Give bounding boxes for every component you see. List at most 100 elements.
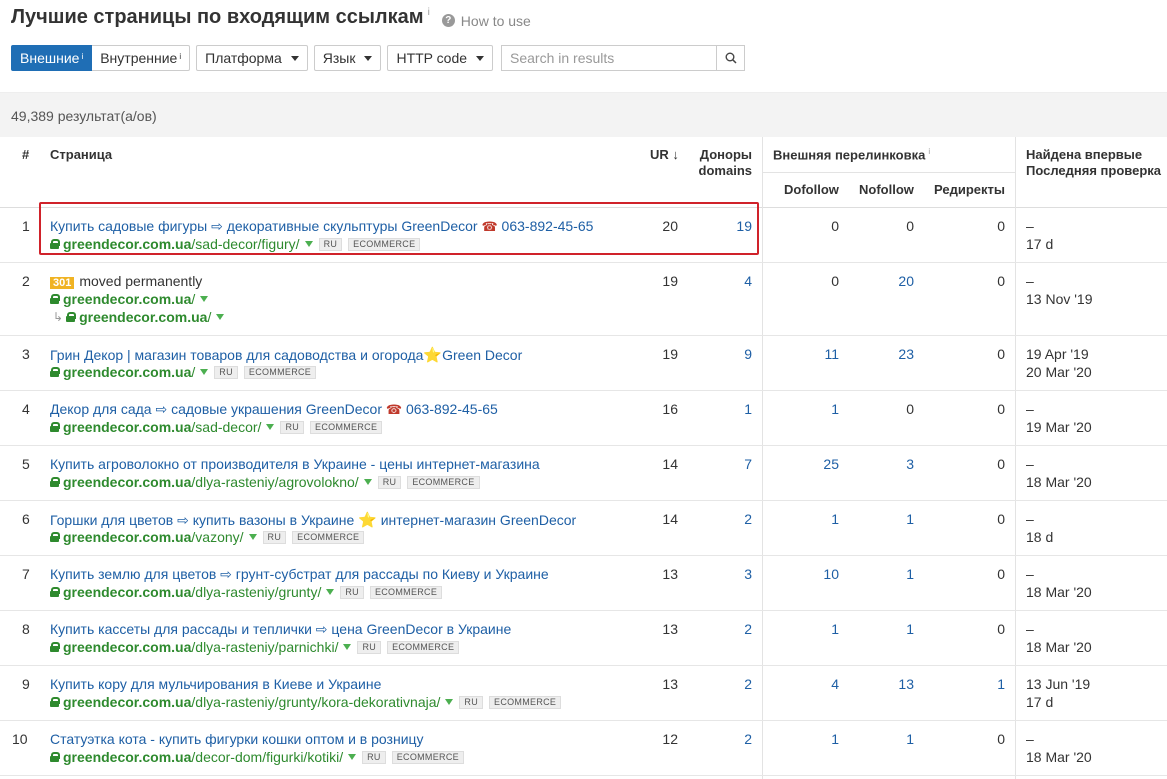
donors-value[interactable]: 2 (702, 731, 752, 747)
page-title-link[interactable]: Грин Декор | магазин товаров для садовод… (50, 347, 522, 364)
col-redirects[interactable]: Редиректы (934, 182, 1005, 197)
page-url[interactable]: greendecor.com.ua / (50, 291, 209, 307)
col-last-check[interactable]: Последняя проверка (1026, 163, 1161, 178)
page-url[interactable]: greendecor.com.ua/decor-dom/figurki/koti… (50, 749, 464, 765)
page-title-link[interactable]: Купить кассеты для рассады и теплички ⇨ … (50, 621, 511, 637)
table-row: 4 Декор для сада ⇨ садовые украшения Gree… (0, 391, 1167, 446)
nofollow-value[interactable]: 20 (864, 273, 914, 289)
dofollow-value[interactable]: 1 (789, 511, 839, 527)
donors-value[interactable]: 3 (702, 566, 752, 582)
language-dropdown[interactable]: Язык (313, 45, 382, 71)
first-seen-value: – (1026, 621, 1034, 637)
tag-badge: ECOMMERCE (387, 640, 460, 654)
tag-badge: RU (377, 475, 402, 489)
external-info-icon[interactable]: i (928, 147, 930, 156)
tag-badge: RU (357, 640, 382, 654)
first-seen-value: – (1026, 511, 1034, 527)
first-seen-value: – (1026, 273, 1034, 289)
page-title-link[interactable]: Купить агроволокно от производителя в Ук… (50, 456, 540, 472)
dofollow-value[interactable]: 11 (789, 346, 839, 362)
nofollow-value[interactable]: 3 (864, 456, 914, 472)
nofollow-value[interactable]: 1 (864, 511, 914, 527)
col-first-seen[interactable]: Найдена впервые (1026, 147, 1142, 162)
col-page[interactable]: Страница (50, 147, 112, 162)
nofollow-value: 0 (906, 218, 914, 234)
nofollow-value[interactable]: 1 (864, 731, 914, 747)
platform-dropdown[interactable]: Платформа (196, 45, 308, 71)
table-row: 10 Статуэтка кота - купить фигурки кошки … (0, 721, 1167, 776)
tag-badge: ECOMMERCE (369, 585, 443, 599)
dofollow-value[interactable]: 4 (789, 676, 839, 692)
redirects-value: 0 (997, 273, 1005, 289)
nofollow-value[interactable]: 1 (864, 621, 914, 637)
page-title-cell: Грин Декор | магазин товаров для садовод… (50, 346, 522, 364)
nofollow-value[interactable]: 13 (864, 676, 914, 692)
url-menu-icon[interactable] (363, 479, 372, 485)
url-menu-icon[interactable] (200, 369, 209, 375)
page-title-link[interactable]: Декор для сада ⇨ садовые украшения Green… (50, 401, 498, 417)
page-title-link[interactable]: Купить кору для мульчирования в Киеве и … (50, 676, 381, 692)
page-title-cell: Купить агроволокно от производителя в Ук… (50, 456, 540, 472)
donors-value[interactable]: 2 (702, 621, 752, 637)
http-code-dropdown[interactable]: HTTP code (387, 45, 494, 71)
url-menu-icon[interactable] (348, 754, 357, 760)
url-menu-icon[interactable] (266, 424, 275, 430)
page-url[interactable]: ↳ greendecor.com.ua / (53, 309, 225, 325)
donors-value[interactable]: 4 (702, 273, 752, 289)
page-title-link[interactable]: Статуэтка кота - купить фигурки кошки оп… (50, 731, 424, 747)
donors-value[interactable]: 2 (702, 676, 752, 692)
col-ur[interactable]: UR ↓ (650, 147, 679, 162)
donors-value[interactable]: 7 (702, 456, 752, 472)
redirects-value: 0 (997, 401, 1005, 417)
highlight-box (39, 202, 759, 255)
dofollow-value[interactable]: 25 (789, 456, 839, 472)
lock-icon (50, 532, 60, 542)
how-to-use-link[interactable]: ? How to use (441, 12, 531, 29)
col-donors[interactable]: Доноры domains (690, 147, 752, 179)
page-title: Лучшие страницы по входящим ссылкам (11, 6, 424, 28)
tab-internal[interactable]: Внутренние i (92, 45, 191, 71)
search-button[interactable] (716, 45, 746, 71)
page-url[interactable]: greendecor.com.ua/dlya-rasteniy/grunty/R… (50, 584, 443, 600)
title-info-icon[interactable]: i (428, 7, 430, 18)
url-menu-icon[interactable] (200, 296, 209, 302)
nofollow-value[interactable]: 1 (864, 566, 914, 582)
page-url[interactable]: greendecor.com.ua/dlya-rasteniy/grunty/k… (50, 694, 562, 710)
url-menu-icon[interactable] (248, 534, 257, 540)
first-seen-value: – (1026, 401, 1034, 417)
redirects-value[interactable]: 1 (955, 676, 1005, 692)
platform-dropdown-label: Платформа (205, 50, 282, 66)
how-to-use-label: How to use (460, 12, 531, 29)
url-menu-icon[interactable] (216, 314, 225, 320)
url-menu-icon[interactable] (445, 699, 454, 705)
question-icon: ? (441, 14, 455, 27)
donors-value[interactable]: 2 (702, 511, 752, 527)
dofollow-value[interactable]: 1 (789, 401, 839, 417)
page-url[interactable]: greendecor.com.ua/dlya-rasteniy/agrovolo… (50, 474, 480, 490)
page-title-link[interactable]: Горшки для цветов ⇨ купить вазоны в Укра… (50, 512, 576, 529)
url-menu-icon[interactable] (326, 589, 335, 595)
page-url[interactable]: greendecor.com.ua/sad-decor/RU ECOMMERCE (50, 419, 383, 435)
table-row: 8 Купить кассеты для рассады и теплички ⇨… (0, 611, 1167, 666)
table-header: # Страница UR ↓ Доноры domains Внешняя п… (0, 137, 1167, 208)
url-path: /sad-decor/ (191, 419, 262, 435)
col-dofollow[interactable]: Dofollow (784, 182, 839, 197)
page-url[interactable]: greendecor.com.ua/vazony/RU ECOMMERCE (50, 529, 365, 545)
tab-external[interactable]: Внешние i (11, 45, 93, 71)
dofollow-value[interactable]: 1 (789, 731, 839, 747)
donors-value[interactable]: 1 (702, 401, 752, 417)
url-menu-icon[interactable] (343, 644, 352, 650)
search-input[interactable] (501, 45, 717, 71)
donors-value[interactable]: 9 (702, 346, 752, 362)
lock-icon (50, 294, 60, 304)
lock-icon (50, 587, 60, 597)
page-url[interactable]: greendecor.com.ua/dlya-rasteniy/parnichk… (50, 639, 460, 655)
nofollow-value[interactable]: 23 (864, 346, 914, 362)
page-title-link[interactable]: Купить землю для цветов ⇨ грунт-субстрат… (50, 566, 549, 582)
redirects-value: 0 (997, 566, 1005, 582)
page-url[interactable]: greendecor.com.ua / RU ECOMMERCE (50, 364, 317, 380)
col-nofollow[interactable]: Nofollow (859, 182, 914, 197)
dofollow-value[interactable]: 10 (789, 566, 839, 582)
dofollow-value[interactable]: 1 (789, 621, 839, 637)
ur-value: 14 (662, 456, 678, 472)
